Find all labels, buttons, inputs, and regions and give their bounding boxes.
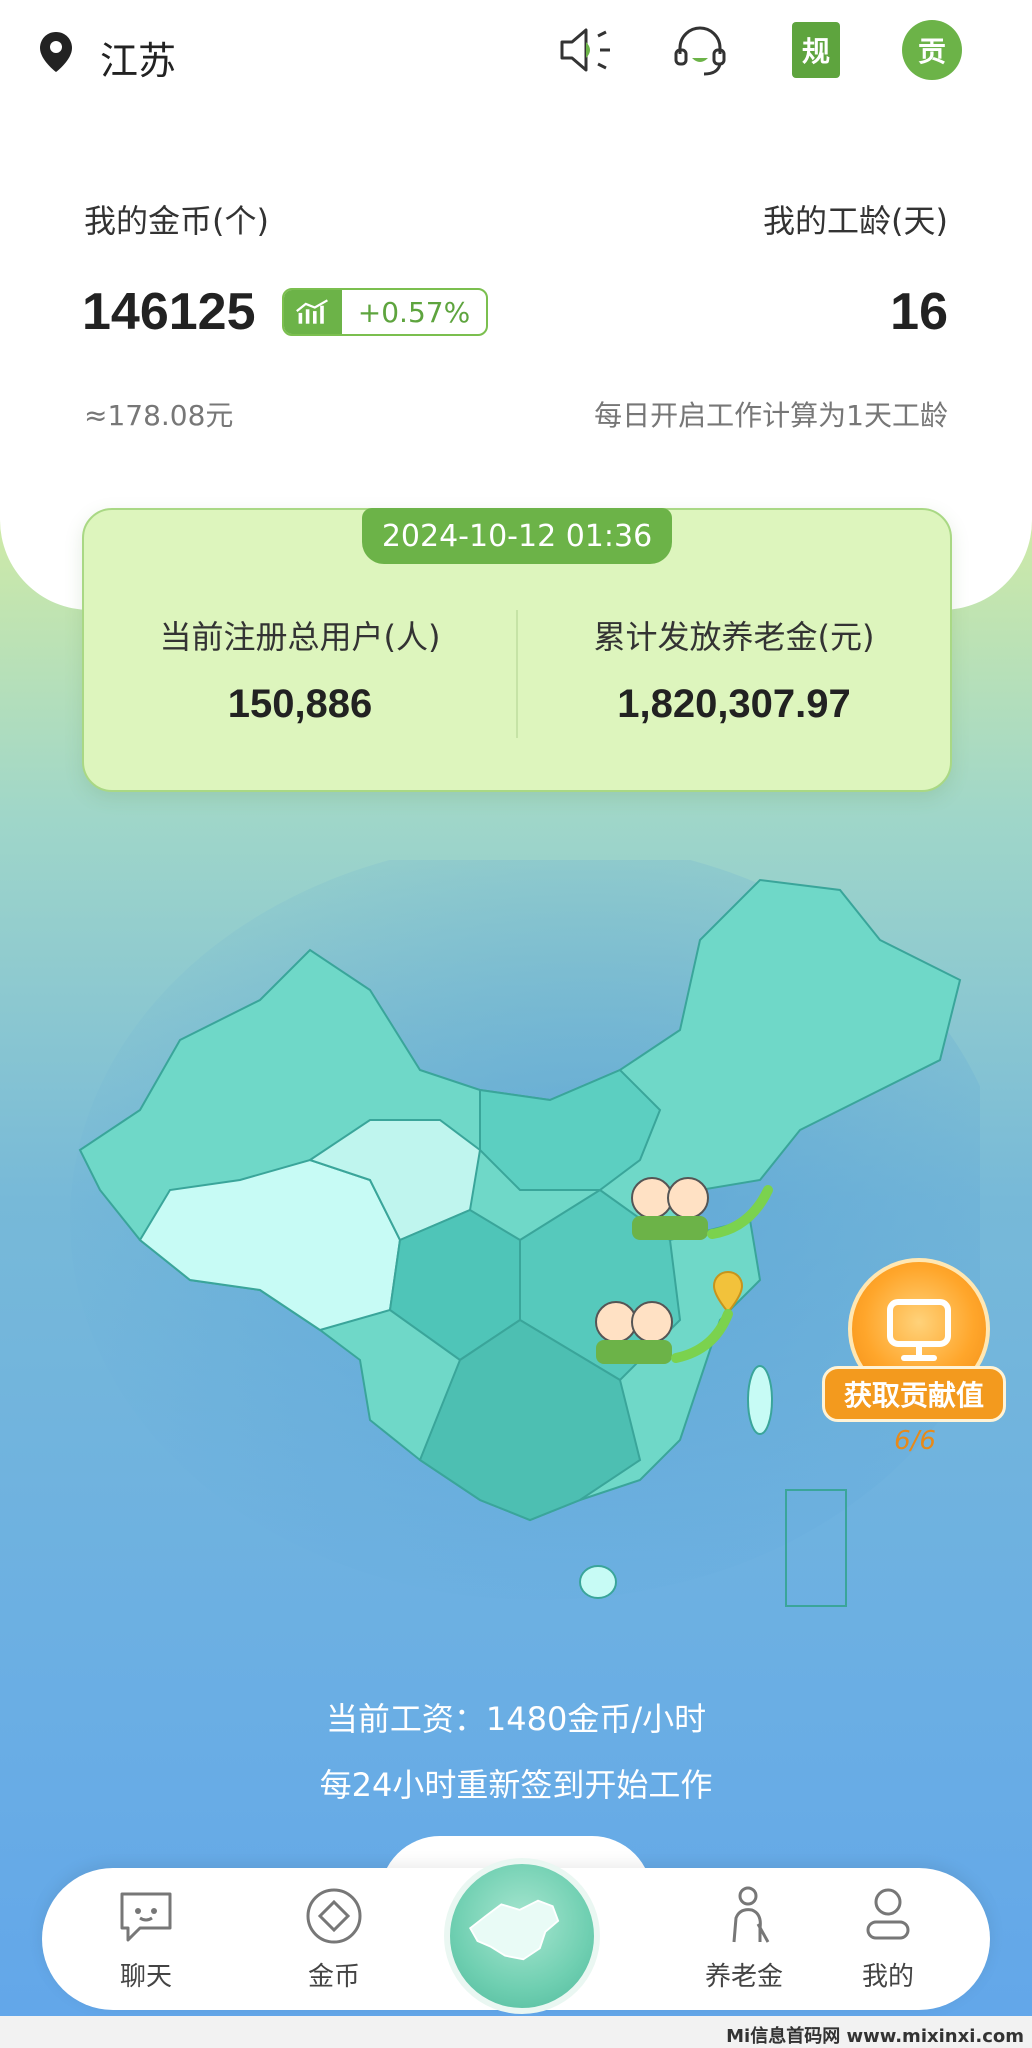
coin-icon: [302, 1884, 366, 1948]
map-home-icon: [468, 1899, 560, 1961]
platform-stats-card: 2024-10-12 01:36 当前注册总用户(人) 150,886 累计发放…: [82, 508, 952, 792]
nav-item-chat[interactable]: 聊天: [76, 1884, 216, 1993]
coins-trend-value: +0.57%: [357, 295, 471, 329]
trend-chart-icon: [284, 290, 342, 334]
nav-item-map-home[interactable]: [444, 1858, 600, 2014]
map-hainan: [579, 1565, 617, 1599]
coins-label: 我的金币(个): [84, 202, 269, 240]
elder-icon: [712, 1884, 776, 1948]
users-label: 当前注册总用户(人): [159, 618, 441, 656]
map-taiwan: [747, 1365, 773, 1435]
coins-trend-badge: +0.57%: [282, 288, 488, 336]
coins-value: 146125: [82, 283, 256, 341]
rules-badge-icon[interactable]: 规: [792, 22, 840, 78]
nav-item-coins[interactable]: 金币: [264, 1884, 404, 1993]
location-pin-icon[interactable]: [38, 30, 74, 74]
nav-label-profile: 我的: [861, 1962, 914, 1992]
nav-label-pension: 养老金: [704, 1962, 783, 1992]
watermark: Mi信息首码网 www.mixinxi.com: [726, 2026, 1024, 2047]
pension-value: 1,820,307.97: [617, 682, 851, 726]
current-wage: 当前工资：1480金币/小时: [325, 1700, 707, 1738]
headset-icon[interactable]: [670, 20, 730, 80]
users-value: 150,886: [227, 682, 373, 726]
seniority-value: 16: [890, 283, 948, 341]
coins-rmb: ≈178.08元: [84, 399, 234, 432]
contribution-label: 获取贡献值: [822, 1366, 1006, 1422]
seniority-note: 每日开启工作计算为1天工龄: [594, 399, 948, 432]
nav-label-coins: 金币: [307, 1962, 360, 1992]
nav-item-pension[interactable]: 养老金: [674, 1884, 814, 1993]
top-bar: 江苏 规 贡: [0, 0, 1032, 110]
china-map[interactable]: [60, 840, 1010, 1620]
chat-bubble-icon: [114, 1884, 178, 1948]
contribution-count: 6/6: [894, 1426, 936, 1456]
pension-label: 累计发放养老金(元): [593, 618, 875, 656]
nav-label-chat: 聊天: [119, 1962, 172, 1992]
stats-timestamp: 2024-10-12 01:36: [362, 508, 672, 564]
location-text[interactable]: 江苏: [100, 30, 176, 85]
speaker-icon[interactable]: [556, 20, 616, 80]
contribution-badge-icon[interactable]: 贡: [902, 20, 962, 80]
wage-note: 每24小时重新签到开始工作: [319, 1766, 713, 1804]
get-contribution-button[interactable]: 获取贡献值 6/6: [822, 1258, 1008, 1468]
nav-item-profile[interactable]: 我的: [818, 1884, 958, 1993]
profile-icon: [856, 1884, 920, 1948]
seniority-label: 我的工龄(天): [763, 202, 948, 240]
